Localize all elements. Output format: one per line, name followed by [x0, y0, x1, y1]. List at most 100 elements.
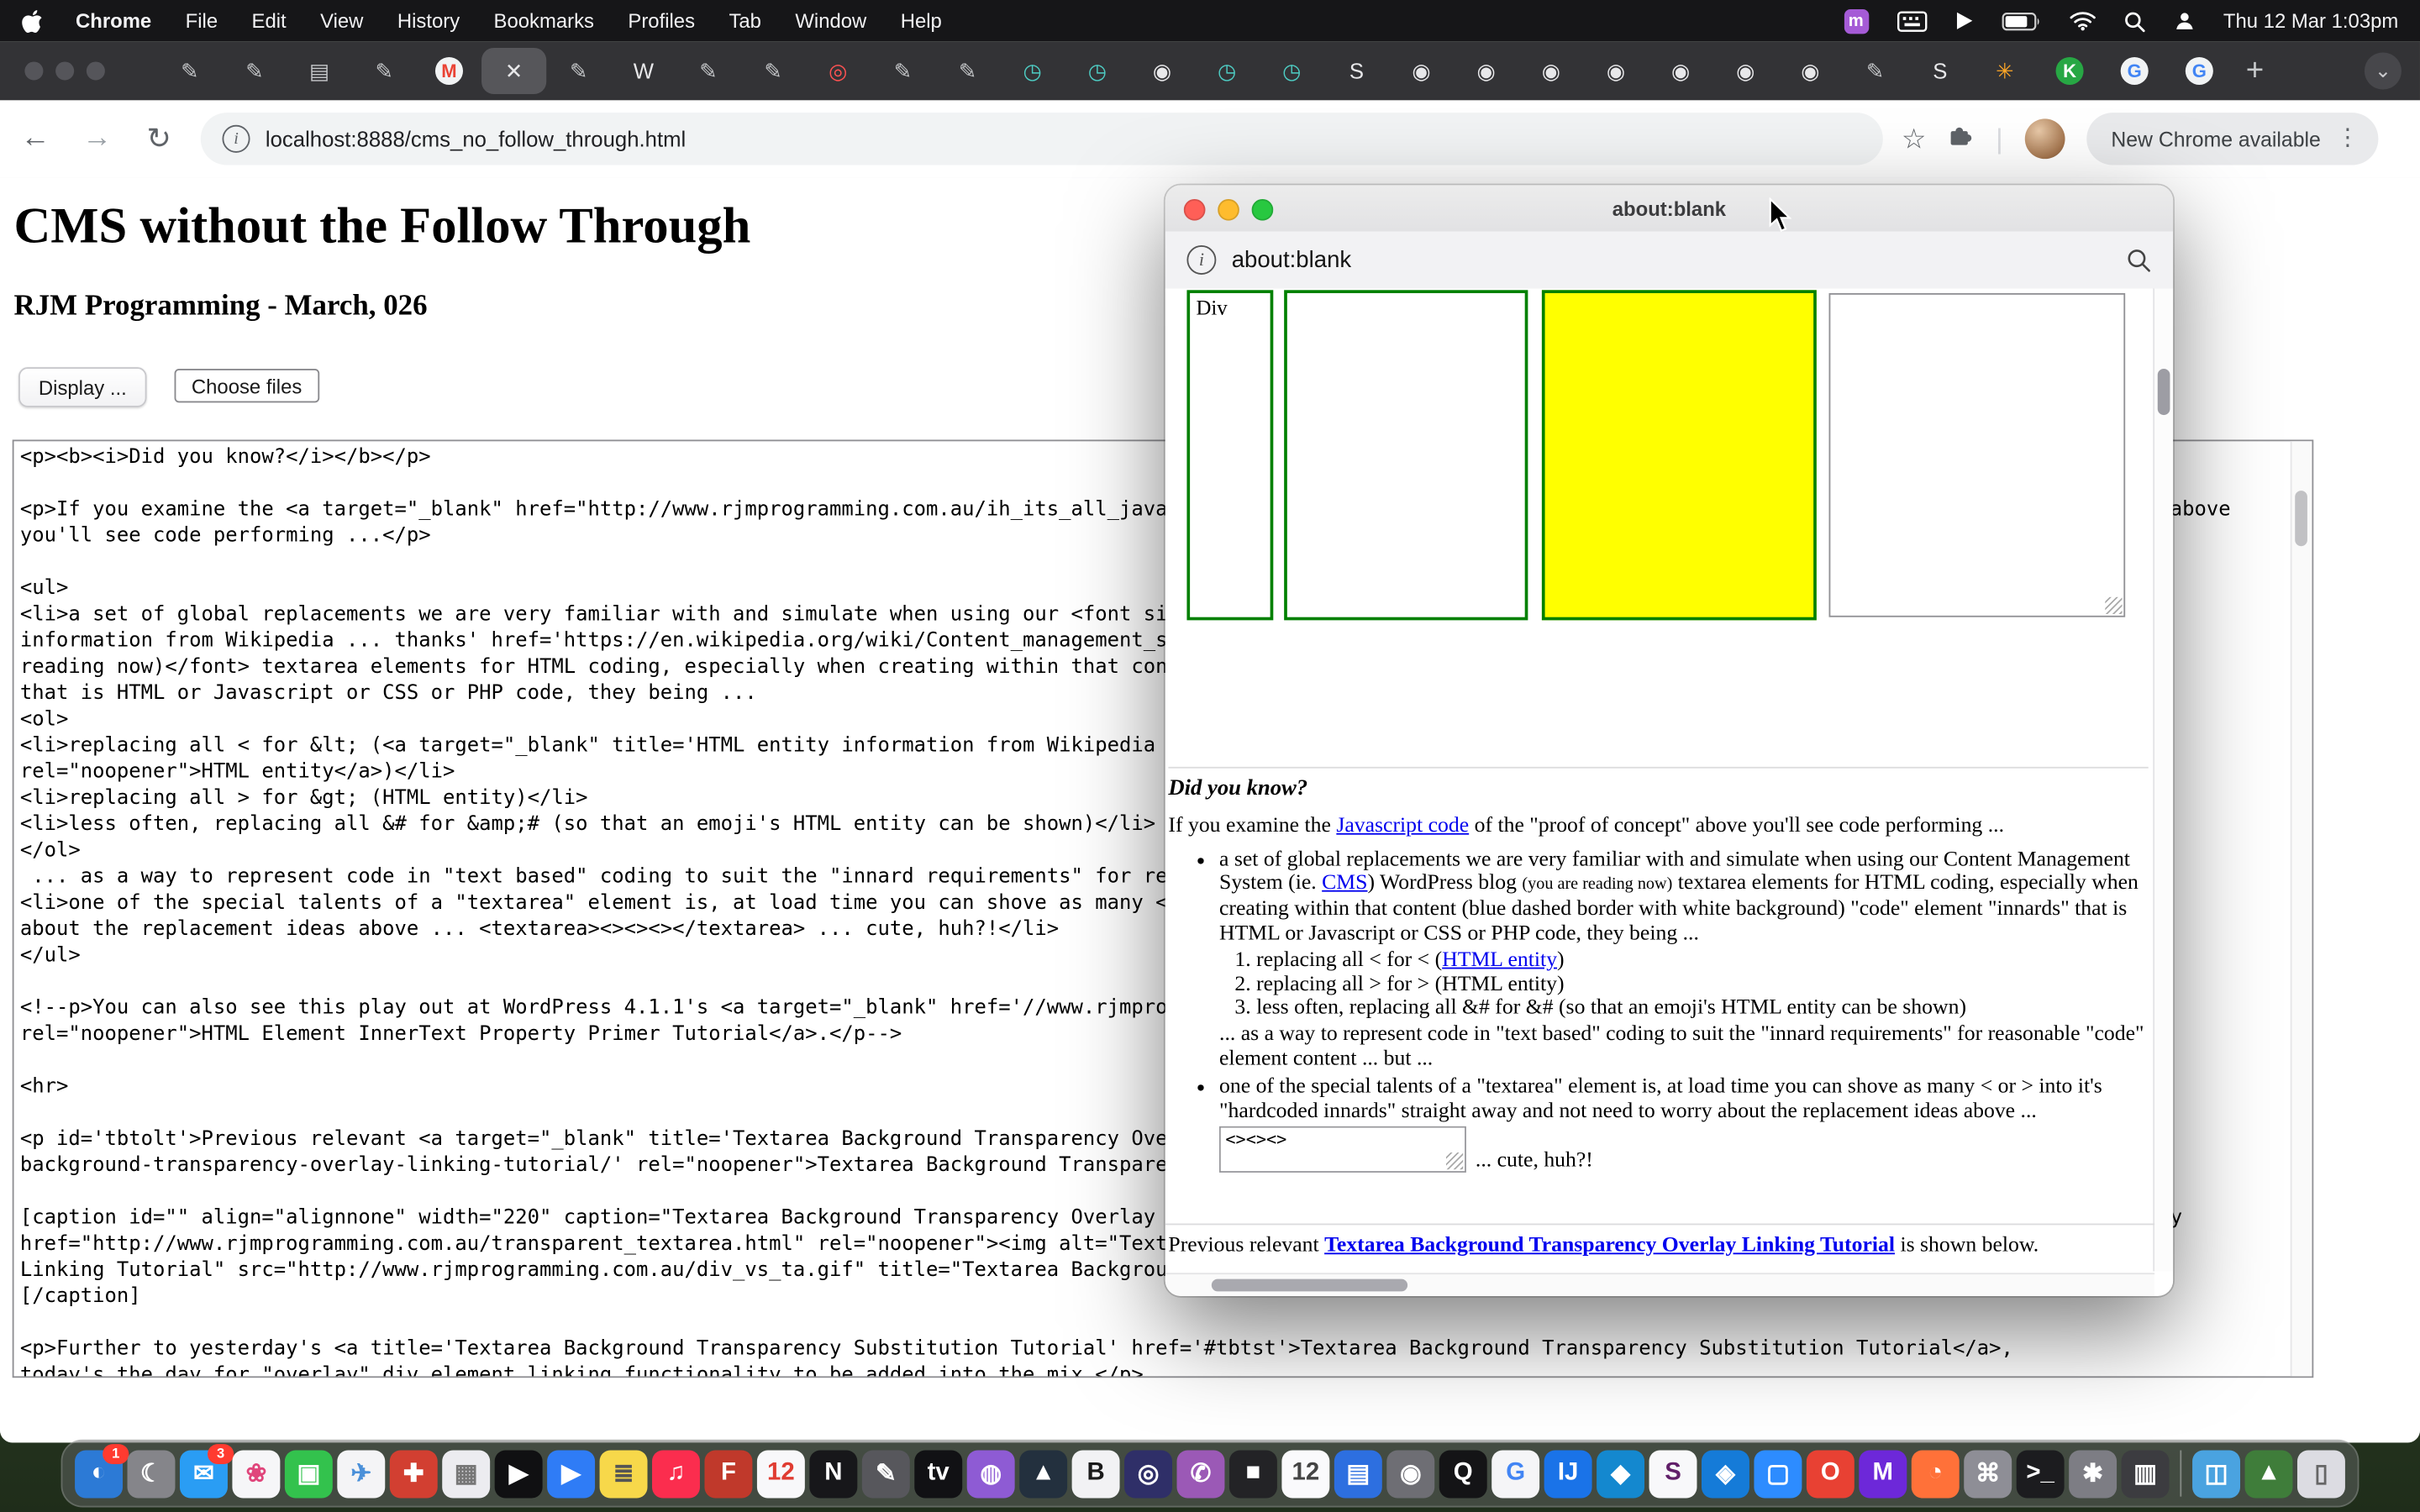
tab-pencil-icon[interactable]: ✎ [546, 48, 611, 94]
dock-icon-33[interactable]: ▢ [1754, 1450, 1802, 1498]
tab-google-icon[interactable]: G [2167, 48, 2232, 94]
tab-pencil-icon[interactable]: ✎ [871, 48, 935, 94]
tab-pencil-icon[interactable]: ✎ [1843, 48, 1907, 94]
tab-clock-icon[interactable]: ◷ [1000, 48, 1065, 94]
dock-icon-24[interactable]: 12 [1281, 1450, 1329, 1498]
tab-flower-icon[interactable]: ✳ [1972, 48, 2037, 94]
dock-icon-8[interactable]: ▦ [442, 1450, 490, 1498]
dock-icon-18[interactable]: ◍ [967, 1450, 1015, 1498]
menubar-item-profiles[interactable]: Profiles [611, 9, 712, 33]
dock-icon-44[interactable]: ▯ [2297, 1450, 2345, 1498]
active-tab[interactable]: ✕ [481, 48, 546, 94]
tab-clock-icon[interactable]: ◷ [1260, 48, 1324, 94]
play-icon[interactable] [1954, 11, 1973, 31]
tab-google-icon[interactable]: G [2102, 48, 2167, 94]
minimize-window-button[interactable] [55, 61, 74, 80]
site-info-icon[interactable]: i [222, 125, 250, 153]
apple-logo-icon[interactable] [22, 8, 44, 33]
window-traffic-lights[interactable] [24, 61, 105, 80]
menubar-item-chrome[interactable]: Chrome [59, 9, 169, 33]
menubar-item-view[interactable]: View [303, 9, 381, 33]
cms-link[interactable]: CMS [1322, 872, 1367, 895]
dock-icon-39[interactable]: ✱ [2069, 1450, 2117, 1498]
menubar-item-file[interactable]: File [168, 9, 234, 33]
forward-arrow-icon[interactable]: → [71, 113, 123, 165]
dock-icon-38[interactable]: >_ [2017, 1450, 2065, 1498]
kebab-menu-icon[interactable]: ⋮ [2336, 131, 2360, 146]
popup-urlbar[interactable]: i about:blank [1165, 232, 2173, 291]
popup-site-info-icon[interactable]: i [1186, 245, 1216, 275]
display-button[interactable]: Display ... [18, 367, 147, 407]
popup-minimize-button[interactable] [1218, 199, 1239, 221]
textarea-scrollbar[interactable] [2291, 441, 2312, 1376]
tab-pencil-icon[interactable]: ✎ [352, 48, 417, 94]
popup-zoom-button[interactable] [1252, 199, 1274, 221]
tab-sbadge-icon[interactable]: S [1324, 48, 1389, 94]
magnifier-icon[interactable] [2127, 248, 2151, 272]
dock-icon-23[interactable]: ■ [1229, 1450, 1277, 1498]
tab-pencil-icon[interactable]: ✎ [676, 48, 740, 94]
dock-icon-17[interactable]: tv [914, 1450, 962, 1498]
popup-traffic-lights[interactable] [1184, 199, 1274, 221]
dock-icon-30[interactable]: ◆ [1597, 1450, 1644, 1498]
dock-icon-6[interactable]: ✈ [337, 1450, 385, 1498]
wifi-icon[interactable] [2069, 11, 2095, 31]
dock-icon-16[interactable]: ✎ [862, 1450, 910, 1498]
battery-icon[interactable] [2001, 12, 2041, 30]
menubar-item-bookmarks[interactable]: Bookmarks [476, 9, 611, 33]
dock-icon-21[interactable]: ◎ [1124, 1450, 1172, 1498]
dock-icon-43[interactable]: ▲ [2245, 1450, 2293, 1498]
user-switch-icon[interactable] [2172, 9, 2196, 33]
menubar-item-edit[interactable]: Edit [234, 9, 303, 33]
dock-icon-26[interactable]: ◉ [1386, 1450, 1434, 1498]
tutorial-link[interactable]: Textarea Background Transparency Overlay… [1324, 1234, 1895, 1257]
popup-titlebar[interactable]: about:blank [1165, 185, 2173, 233]
resize-grip-icon[interactable] [1446, 1153, 1463, 1170]
dock-icon-22[interactable]: ✆ [1177, 1450, 1225, 1498]
tab-github-icon[interactable]: ◉ [1778, 48, 1843, 94]
dock-icon-32[interactable]: ◈ [1702, 1450, 1749, 1498]
popup-close-button[interactable] [1184, 199, 1206, 221]
dock-icon-4[interactable]: ❀ [232, 1450, 280, 1498]
tab-github-icon[interactable]: ◉ [1583, 48, 1648, 94]
dock-icon-12[interactable]: ♫ [652, 1450, 700, 1498]
url-text[interactable]: localhost:8888/cms_no_follow_through.htm… [266, 127, 686, 151]
popup-horizontal-scrollbar[interactable] [1165, 1273, 2154, 1296]
tab-note-icon[interactable]: ▤ [287, 48, 352, 94]
choose-files-button[interactable]: Choose files [175, 369, 319, 402]
dock-icon-2[interactable]: ☾ [128, 1450, 176, 1498]
popup-hscroll-thumb[interactable] [1212, 1279, 1407, 1292]
tab-kbadge-icon[interactable]: K [2037, 48, 2102, 94]
chrome-update-button[interactable]: New Chrome available ⋮ [2086, 113, 2378, 165]
dock-icon-3[interactable]: ✉3 [180, 1450, 228, 1498]
dock-icon-20[interactable]: B [1072, 1450, 1120, 1498]
dock-icon-13[interactable]: F [704, 1450, 752, 1498]
dock-icon-5[interactable]: ▣ [285, 1450, 333, 1498]
dock-icon-14[interactable]: 12 [757, 1450, 805, 1498]
dock-icon-37[interactable]: ⌘ [1964, 1450, 2012, 1498]
tab-clock-icon[interactable]: ◷ [1065, 48, 1129, 94]
close-window-button[interactable] [24, 61, 43, 80]
popup-vscroll-thumb[interactable] [2158, 369, 2170, 415]
dock-icon-19[interactable]: ▲ [1019, 1450, 1067, 1498]
dock-icon-34[interactable]: O [1807, 1450, 1854, 1498]
dock-icon-29[interactable]: IJ [1544, 1450, 1592, 1498]
dock-icon-7[interactable]: ✚ [390, 1450, 438, 1498]
tab-pencil-icon[interactable]: ✎ [157, 48, 222, 94]
dock-icon-1[interactable]: ◐1 [75, 1450, 123, 1498]
popup-mini-textarea[interactable] [1221, 1128, 1465, 1171]
tab-github-icon[interactable]: ◉ [1713, 48, 1778, 94]
menubar-item-help[interactable]: Help [884, 9, 960, 33]
tab-github-icon[interactable]: ◉ [1518, 48, 1583, 94]
tab-github-icon[interactable]: ◉ [1389, 48, 1454, 94]
dock-icon-42[interactable]: ◫ [2192, 1450, 2240, 1498]
popup-url-text[interactable]: about:blank [1232, 247, 1351, 273]
popup-vertical-scrollbar[interactable] [2153, 288, 2173, 1271]
new-tab-button[interactable]: + [2232, 48, 2278, 94]
tab-target-icon[interactable]: ◎ [806, 48, 871, 94]
address-bar[interactable]: i localhost:8888/cms_no_follow_through.h… [201, 113, 1883, 165]
html-entity-link[interactable]: HTML entity [1442, 948, 1557, 972]
dock-icon-9[interactable]: ▶ [495, 1450, 543, 1498]
extensions-puzzle-icon[interactable] [1948, 122, 1974, 155]
dock-icon-40[interactable]: ▥ [2122, 1450, 2170, 1498]
